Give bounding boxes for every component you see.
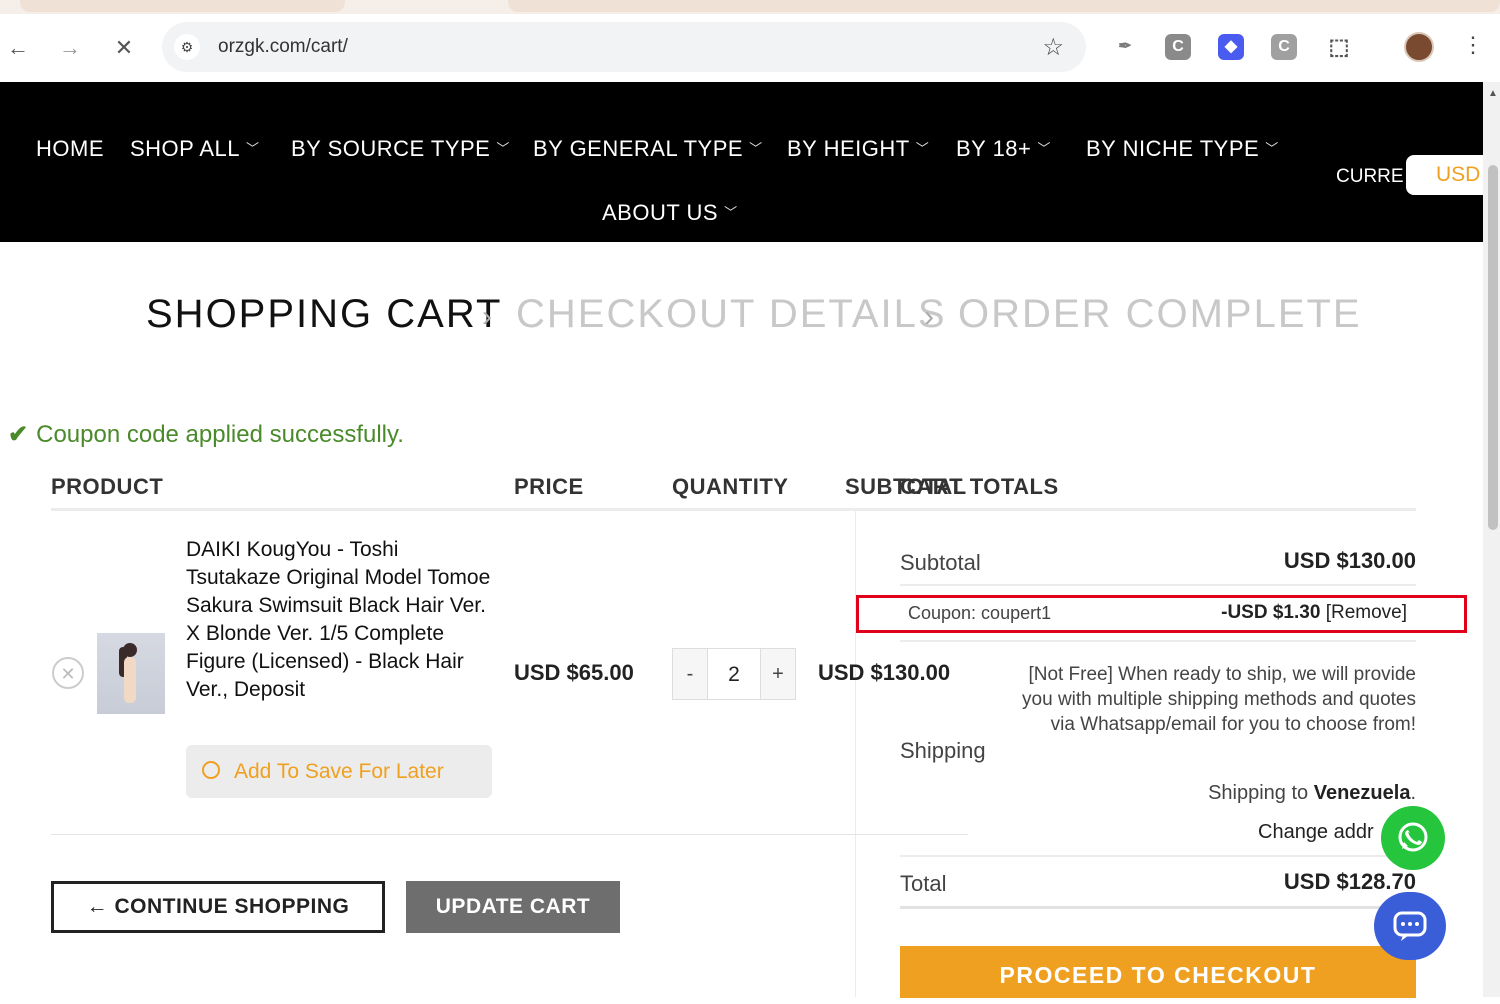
browser-toolbar: ← → ✕ ⚙ orzgk.com/cart/ ☆ ✒ C ◆ C ⬚ ⋮ — [0, 14, 1500, 82]
continue-shopping-button[interactable]: ← CONTINUE SHOPPING — [51, 881, 385, 933]
tab-active[interactable] — [508, 0, 1500, 12]
notice-text: Coupon code applied successfully. — [36, 421, 404, 448]
whatsapp-icon — [1398, 822, 1428, 852]
forward-icon[interactable]: → — [58, 36, 82, 60]
figure-body — [124, 657, 136, 703]
nav-by-height-label: BY HEIGHT — [787, 136, 910, 161]
nav-by-height[interactable]: BY HEIGHT ﹀ — [787, 136, 929, 162]
totals-divider — [900, 584, 1416, 586]
chevron-right-icon: › — [924, 300, 934, 333]
stop-loading-icon[interactable]: ✕ — [112, 36, 136, 60]
total-label: Total — [900, 871, 947, 896]
shipping-to-prefix: Shipping to — [1208, 782, 1309, 804]
quantity-decrease-button[interactable]: - — [672, 648, 708, 700]
nav-by-18-label: BY 18+ — [956, 136, 1032, 161]
nav-shop-all-label: SHOP ALL — [130, 136, 240, 161]
scrollbar-thumb[interactable] — [1488, 165, 1498, 530]
tab[interactable] — [20, 0, 345, 12]
coupon-success-notice: ✔ Coupon code applied successfully. — [8, 420, 404, 449]
coupon-value: -USD $1.30 [Remove] — [1221, 602, 1407, 624]
totals-divider — [900, 855, 1416, 857]
header-product: PRODUCT — [51, 474, 164, 499]
nav-home[interactable]: HOME — [36, 136, 104, 162]
chat-bubble-icon — [1393, 911, 1427, 941]
nav-by-source-type[interactable]: BY SOURCE TYPE ﹀ — [291, 136, 510, 162]
quantity-increase-button[interactable]: + — [760, 648, 796, 700]
currency-label: CURRE — [1336, 166, 1404, 187]
tab-strip — [0, 0, 1500, 14]
totals-divider — [900, 640, 1416, 642]
chevron-down-icon: ﹀ — [246, 141, 260, 156]
step-order-complete: ORDER COMPLETE — [958, 292, 1362, 336]
nav-by-niche-type[interactable]: BY NICHE TYPE ﹀ — [1086, 136, 1279, 162]
row-divider — [51, 834, 968, 835]
figure-head — [123, 643, 137, 657]
chevron-down-icon: ﹀ — [496, 141, 510, 156]
chevron-down-icon: ﹀ — [749, 141, 763, 156]
remove-item-icon[interactable]: ✕ — [52, 657, 84, 689]
nav-by-general-type[interactable]: BY GENERAL TYPE ﹀ — [533, 136, 763, 162]
nav-by-source-type-label: BY SOURCE TYPE — [291, 136, 491, 161]
subtotal-label: Subtotal — [900, 550, 981, 575]
profile-avatar[interactable] — [1404, 32, 1434, 62]
subtotal-value: USD $130.00 — [1283, 548, 1416, 573]
quantity-stepper: - 2 + — [672, 648, 796, 700]
proceed-to-checkout-button[interactable]: PROCEED TO CHECKOUT — [900, 946, 1416, 998]
whatsapp-chat-button[interactable] — [1381, 806, 1445, 870]
coupon-label: Coupon: coupert1 — [908, 603, 1052, 623]
chevron-down-icon: ﹀ — [915, 141, 930, 156]
puzzle-icon[interactable]: ⬚ — [1326, 34, 1352, 60]
chevron-down-icon: ﹀ — [1037, 141, 1051, 156]
ink-icon[interactable]: ✒ — [1112, 34, 1138, 60]
site-nav: HOME SHOP ALL ﹀ BY SOURCE TYPE ﹀ BY GENERA… — [0, 82, 1496, 242]
chevron-right-icon: › — [482, 300, 492, 333]
scroll-up-arrow-icon[interactable]: ▲ — [1488, 88, 1498, 99]
remove-coupon-link[interactable]: [Remove] — [1326, 602, 1407, 623]
shipping-note: [Not Free] When ready to ship, we will p… — [1022, 664, 1416, 735]
update-cart-button[interactable]: UPDATE CART — [406, 881, 620, 933]
c-extension-icon[interactable]: C — [1165, 34, 1191, 60]
back-icon[interactable]: ← — [6, 36, 30, 60]
coupon-discount: -USD $1.30 — [1221, 602, 1321, 623]
header-divider — [51, 508, 1416, 511]
site-settings-icon[interactable]: ⚙ — [174, 34, 200, 60]
nav-about-us-label: ABOUT US — [602, 200, 719, 225]
browser-menu-icon[interactable]: ⋮ — [1462, 32, 1484, 58]
product-name-link[interactable]: DAIKI KougYou - Toshi Tsutakaze Original… — [186, 536, 496, 704]
header-price: PRICE — [514, 474, 584, 499]
quantity-input[interactable]: 2 — [708, 648, 760, 700]
column-divider — [855, 510, 856, 997]
tag-extension-icon[interactable]: ◆ — [1218, 34, 1244, 60]
shipping-label: Shipping — [900, 738, 986, 763]
bookmark-star-icon[interactable]: ☆ — [1042, 33, 1064, 62]
totals-divider — [900, 906, 1416, 909]
nav-by-niche-type-label: BY NICHE TYPE — [1086, 136, 1260, 161]
clock-icon — [202, 761, 220, 779]
shipping-to-suffix: . — [1410, 782, 1416, 804]
address-bar[interactable]: ⚙ orzgk.com/cart/ ☆ — [162, 22, 1086, 72]
nav-shop-all[interactable]: SHOP ALL ﹀ — [130, 136, 260, 162]
header-quantity: QUANTITY — [672, 474, 789, 499]
add-to-save-for-later-button[interactable]: Add To Save For Later — [186, 745, 492, 798]
shipping-destination: Shipping to Venezuela. — [1208, 782, 1416, 805]
chevron-down-icon: ﹀ — [724, 205, 738, 220]
nav-by-18[interactable]: BY 18+ ﹀ — [956, 136, 1051, 162]
support-chat-button[interactable] — [1374, 892, 1446, 960]
cart-totals-heading: CART TOTALS — [900, 474, 1059, 499]
item-subtotal: USD $130.00 — [818, 660, 951, 685]
nav-by-general-type-label: BY GENERAL TYPE — [533, 136, 744, 161]
item-price: USD $65.00 — [514, 660, 634, 685]
checkmark-icon: ✔ — [8, 421, 29, 448]
product-thumbnail[interactable] — [97, 633, 165, 714]
change-address-link[interactable]: Change addr — [1258, 821, 1374, 844]
shipping-country: Venezuela — [1313, 782, 1411, 804]
chevron-down-icon: ﹀ — [1265, 141, 1279, 156]
step-shopping-cart[interactable]: SHOPPING CART — [146, 292, 502, 337]
nav-about-us[interactable]: ABOUT US ﹀ — [602, 200, 738, 226]
step-checkout-details[interactable]: CHECKOUT DETAILS — [516, 292, 947, 337]
save-later-label: Add To Save For Later — [234, 760, 444, 783]
nav-home-label: HOME — [36, 136, 104, 161]
c2-extension-icon[interactable]: C — [1271, 34, 1297, 60]
url-text[interactable]: orzgk.com/cart/ — [218, 36, 348, 58]
